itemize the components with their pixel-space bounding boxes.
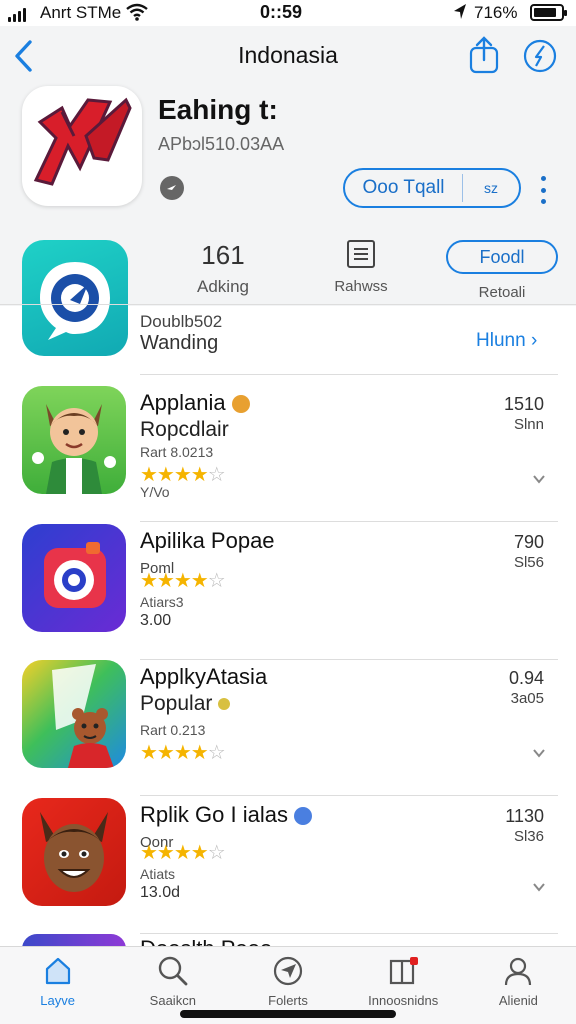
list-item-count: 1130: [505, 806, 544, 826]
location-arrow-icon: [454, 4, 466, 19]
list-item[interactable]: Rplik Go I ialas Oonr ★★★★☆ Atiats 13.0d…: [0, 798, 576, 934]
list-item-name: Applania: [140, 390, 250, 416]
row-divider: [140, 374, 558, 375]
list-item-rating-label: Rart 0.213: [140, 722, 206, 738]
list-item-category: Ropcdlair: [140, 418, 229, 441]
star-rating: ★★★★☆: [140, 742, 226, 764]
section-subtitle: Doublb502: [140, 312, 223, 331]
action-stat: Foodl Retoali: [446, 240, 558, 301]
star-rating: ★★★★☆: [140, 570, 226, 592]
section-divider: [0, 304, 576, 305]
list-item[interactable]: ApplkyAtasia Popular Rart 0.213 ★★★★☆ 0.…: [0, 660, 576, 796]
tab-label: Alienid: [498, 993, 538, 1008]
list-item[interactable]: Applania Ropcdlair Rart 8.0213 ★★★★☆ Y/V…: [0, 386, 576, 522]
list-item-count: 0.94: [508, 668, 544, 688]
get-options-button[interactable]: sz: [463, 180, 519, 196]
document-icon: [347, 240, 375, 268]
list-item-extra: Atiars3: [140, 594, 184, 610]
action-pill-button[interactable]: Foodl: [446, 240, 558, 274]
list-item[interactable]: Apilika Popae Poml ★★★★☆ Atiars3 3.00 79…: [0, 524, 576, 660]
list-item-size: Sl56: [513, 554, 544, 571]
battery-icon: [530, 4, 567, 21]
list-item-icon: [22, 660, 126, 768]
list-item-icon: [22, 798, 126, 906]
home-indicator[interactable]: [180, 1010, 396, 1018]
developer-icon[interactable]: [160, 176, 184, 200]
list-item-name: Apilika Popae: [140, 528, 275, 553]
row-divider: [140, 795, 558, 796]
book-icon: [390, 957, 419, 985]
see-all-link[interactable]: Hlunn ›: [476, 330, 537, 352]
tab-label: Folerts: [268, 993, 308, 1008]
row-divider: [140, 521, 558, 522]
status-time: 0::59: [260, 2, 303, 22]
list-item-category: Popular: [140, 692, 231, 716]
compass-icon: [273, 956, 303, 986]
get-button[interactable]: Ooo Tqall: [345, 174, 463, 202]
list-item-rating-label: Rart 8.0213: [140, 444, 214, 460]
badge-icon: [293, 807, 312, 826]
list-item-price: 3.00: [140, 612, 172, 629]
chevron-down-icon[interactable]: [532, 472, 546, 486]
rank-value: 161: [201, 240, 245, 270]
tab-label: Innoosnidns: [368, 993, 439, 1008]
tab-label: Saaikcn: [149, 993, 196, 1008]
chevron-right-icon: ›: [530, 330, 538, 351]
chevron-down-icon[interactable]: [532, 880, 546, 894]
avatar-character-icon: [32, 404, 116, 494]
status-bar: Anrt STMe 0::59 716%: [0, 0, 576, 26]
rank-stat: 161 Adking: [182, 240, 264, 297]
camera-icon: [44, 542, 106, 608]
tab-label: Layve: [40, 993, 75, 1008]
list-item-size: 3a05: [510, 690, 544, 707]
home-icon: [45, 957, 70, 985]
list-item-name: ApplkyAtasia: [140, 664, 268, 689]
list-item-icon: [22, 524, 126, 632]
tab-account[interactable]: Alienid: [461, 947, 576, 1024]
list-item-extra: Atiats: [140, 866, 176, 882]
carrier-name: Anrt STMe: [40, 3, 122, 22]
character-face-icon: [40, 812, 108, 892]
chevron-down-icon[interactable]: [532, 746, 546, 760]
app-icon[interactable]: [22, 86, 142, 206]
section-title: Wanding: [140, 332, 219, 354]
ratings-label: Rahwss: [334, 278, 388, 295]
app-title: Eahing t:: [158, 94, 278, 125]
person-icon: [505, 957, 532, 986]
mascot-icon: [52, 664, 114, 768]
signal-icon: [8, 8, 26, 22]
more-options-button[interactable]: [537, 176, 549, 204]
list-item-size: Sl36: [513, 828, 544, 845]
rank-label: Adking: [197, 277, 249, 296]
action-sub-label: Retoali: [478, 284, 526, 301]
tab-today[interactable]: Layve: [0, 947, 115, 1024]
star-rating: ★★★★☆: [140, 842, 226, 864]
see-all-label: Hlunn: [476, 330, 526, 351]
app-logo-icon: [33, 97, 132, 186]
badge-icon: [218, 698, 231, 711]
compass-button[interactable]: [522, 38, 558, 74]
list-item-count: 790: [513, 532, 544, 552]
featured-app-icon[interactable]: [22, 240, 128, 356]
share-button[interactable]: [466, 36, 502, 74]
search-icon: [158, 956, 188, 986]
list-item-size: Slnn: [513, 416, 544, 433]
list-item-price: 13.0d: [140, 884, 181, 901]
emoji-badge-icon: [231, 395, 250, 414]
list-item-icon: [22, 386, 126, 494]
battery-percentage: 716%: [474, 3, 518, 22]
list-item-count: 1510: [503, 394, 544, 414]
list-item-extra: Y/Vo: [140, 484, 170, 500]
ratings-stat[interactable]: Rahwss: [318, 240, 404, 295]
chat-compass-icon: [40, 262, 110, 340]
app-subtitle: APbɔl510.03AA: [158, 134, 285, 154]
list-item-name: Rplik Go I ialas: [140, 802, 312, 828]
get-button-group: Ooo Tqall sz: [343, 168, 521, 208]
wifi-icon: [126, 3, 148, 21]
